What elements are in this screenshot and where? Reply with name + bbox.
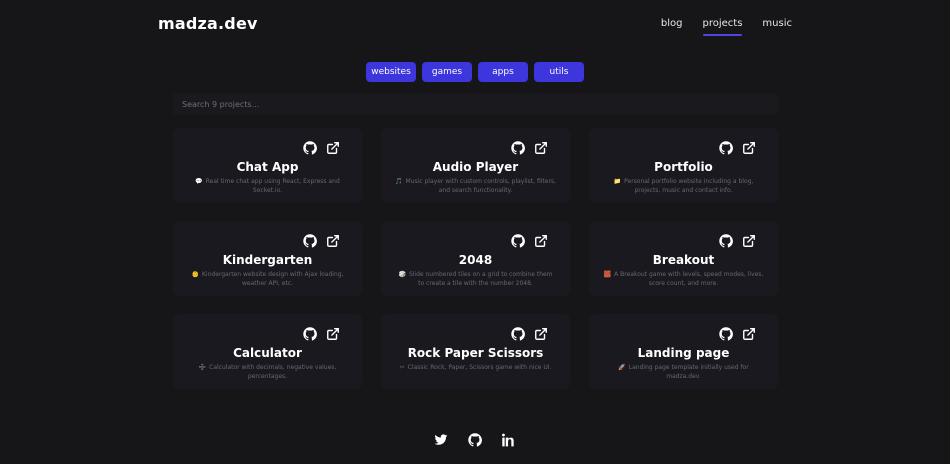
card-links — [719, 327, 756, 341]
project-description-text: Classic Rock, Paper, Scissors game with … — [407, 364, 552, 371]
project-title: Landing page — [637, 346, 730, 360]
nav-link-projects[interactable]: projects — [702, 18, 742, 36]
project-emoji-icon: ➗ — [198, 364, 207, 371]
external-link-icon[interactable] — [742, 141, 756, 155]
project-title: Chat App — [236, 160, 299, 174]
project-emoji-icon: 🎵 — [395, 178, 403, 185]
project-description-text: Real time chat app using React, Express … — [205, 178, 340, 194]
external-link-icon[interactable] — [742, 327, 756, 341]
card-links — [511, 234, 548, 248]
project-description: 👶 Kindergarten website design with Ajax l… — [187, 270, 348, 288]
project-emoji-icon: 📁 — [613, 178, 622, 185]
external-link-icon[interactable] — [534, 141, 548, 155]
project-emoji-icon: 💬 — [195, 178, 203, 185]
nav-link-music[interactable]: music — [762, 18, 792, 36]
project-card: Portfolio 📁 Personal portfolio website inc… — [589, 128, 778, 203]
github-icon[interactable] — [303, 327, 317, 341]
github-icon[interactable] — [511, 141, 525, 155]
github-icon[interactable] — [511, 327, 525, 341]
project-title: Audio Player — [432, 160, 519, 174]
project-description-text: Slide numbered tiles on a grid to combin… — [408, 271, 553, 287]
external-link-icon[interactable] — [326, 327, 340, 341]
projects-grid: Chat App 💬 Real time chat app using React,… — [173, 128, 778, 389]
page: madza.dev blog projects music websites g… — [0, 0, 950, 464]
project-title: 2048 — [458, 253, 493, 267]
project-description-text: A Breakout game with levels, speed modes… — [614, 271, 764, 287]
github-icon[interactable] — [719, 327, 733, 341]
card-links — [719, 141, 756, 155]
project-description-text: Landing page template initially used for… — [628, 364, 749, 380]
project-emoji-icon: 👶 — [191, 271, 199, 278]
nav-link-blog[interactable]: blog — [661, 18, 683, 36]
project-description-text: Calculator with decimals, negative value… — [209, 364, 337, 380]
site-logo[interactable]: madza.dev — [158, 14, 258, 33]
filter-apps-button[interactable]: apps — [478, 62, 528, 82]
project-description: 💬 Real time chat app using React, Express… — [187, 177, 348, 195]
github-icon[interactable] — [719, 141, 733, 155]
project-card: 2048 🎲 Slide numbered tiles on a grid to c… — [381, 221, 570, 296]
card-links — [303, 234, 340, 248]
project-description: ➗ Calculator with decimals, negative valu… — [187, 363, 348, 381]
filter-games-button[interactable]: games — [422, 62, 472, 82]
filter-websites-button[interactable]: websites — [366, 62, 416, 82]
project-emoji-icon: 🚀 — [618, 364, 626, 371]
card-links — [511, 141, 548, 155]
github-icon[interactable] — [468, 433, 482, 447]
project-card: Breakout 🧱 A Breakout game with levels, sp… — [589, 221, 778, 296]
linkedin-icon[interactable] — [502, 433, 516, 447]
project-card: Chat App 💬 Real time chat app using React,… — [173, 128, 362, 203]
category-filters: websites games apps utils — [0, 62, 950, 82]
github-icon[interactable] — [719, 234, 733, 248]
card-links — [511, 327, 548, 341]
external-link-icon[interactable] — [326, 141, 340, 155]
search-input[interactable] — [173, 93, 778, 115]
project-title: Kindergarten — [222, 253, 313, 267]
project-card: Calculator ➗ Calculator with decimals, neg… — [173, 314, 362, 389]
card-links — [303, 327, 340, 341]
project-card: Landing page 🚀 Landing page template initi… — [589, 314, 778, 389]
project-description: 🚀 Landing page template initially used fo… — [603, 363, 764, 381]
external-link-icon[interactable] — [534, 234, 548, 248]
project-title: Portfolio — [654, 160, 713, 174]
external-link-icon[interactable] — [326, 234, 340, 248]
main-nav: blog projects music — [661, 18, 792, 36]
project-description-text: Music player with custom controls, playl… — [405, 178, 556, 194]
project-description: 📁 Personal portfolio website including a … — [603, 177, 764, 195]
project-emoji-icon: 🧱 — [603, 271, 612, 278]
project-description: 🎲 Slide numbered tiles on a grid to combi… — [395, 270, 556, 288]
social-links — [0, 433, 950, 447]
github-icon[interactable] — [303, 141, 317, 155]
project-card: Audio Player 🎵 Music player with custom co… — [381, 128, 570, 203]
project-emoji-icon: 🎲 — [398, 271, 406, 278]
external-link-icon[interactable] — [742, 234, 756, 248]
project-description-text: Personal portfolio website including a b… — [624, 178, 754, 194]
twitter-icon[interactable] — [434, 433, 448, 447]
github-icon[interactable] — [303, 234, 317, 248]
project-card: Rock Paper Scissors ✂ Classic Rock, Paper,… — [381, 314, 570, 389]
project-emoji-icon: ✂ — [399, 364, 405, 371]
project-title: Calculator — [233, 346, 302, 360]
filter-utils-button[interactable]: utils — [534, 62, 584, 82]
project-card: Kindergarten 👶 Kindergarten website design… — [173, 221, 362, 296]
external-link-icon[interactable] — [534, 327, 548, 341]
card-links — [303, 141, 340, 155]
project-title: Rock Paper Scissors — [407, 346, 544, 360]
project-title: Breakout — [652, 253, 715, 267]
project-description: ✂ Classic Rock, Paper, Scissors game with… — [395, 363, 556, 372]
project-description: 🎵 Music player with custom controls, play… — [395, 177, 556, 195]
project-description: 🧱 A Breakout game with levels, speed mode… — [603, 270, 764, 288]
project-description-text: Kindergarten website design with Ajax lo… — [201, 271, 344, 287]
github-icon[interactable] — [511, 234, 525, 248]
card-links — [719, 234, 756, 248]
